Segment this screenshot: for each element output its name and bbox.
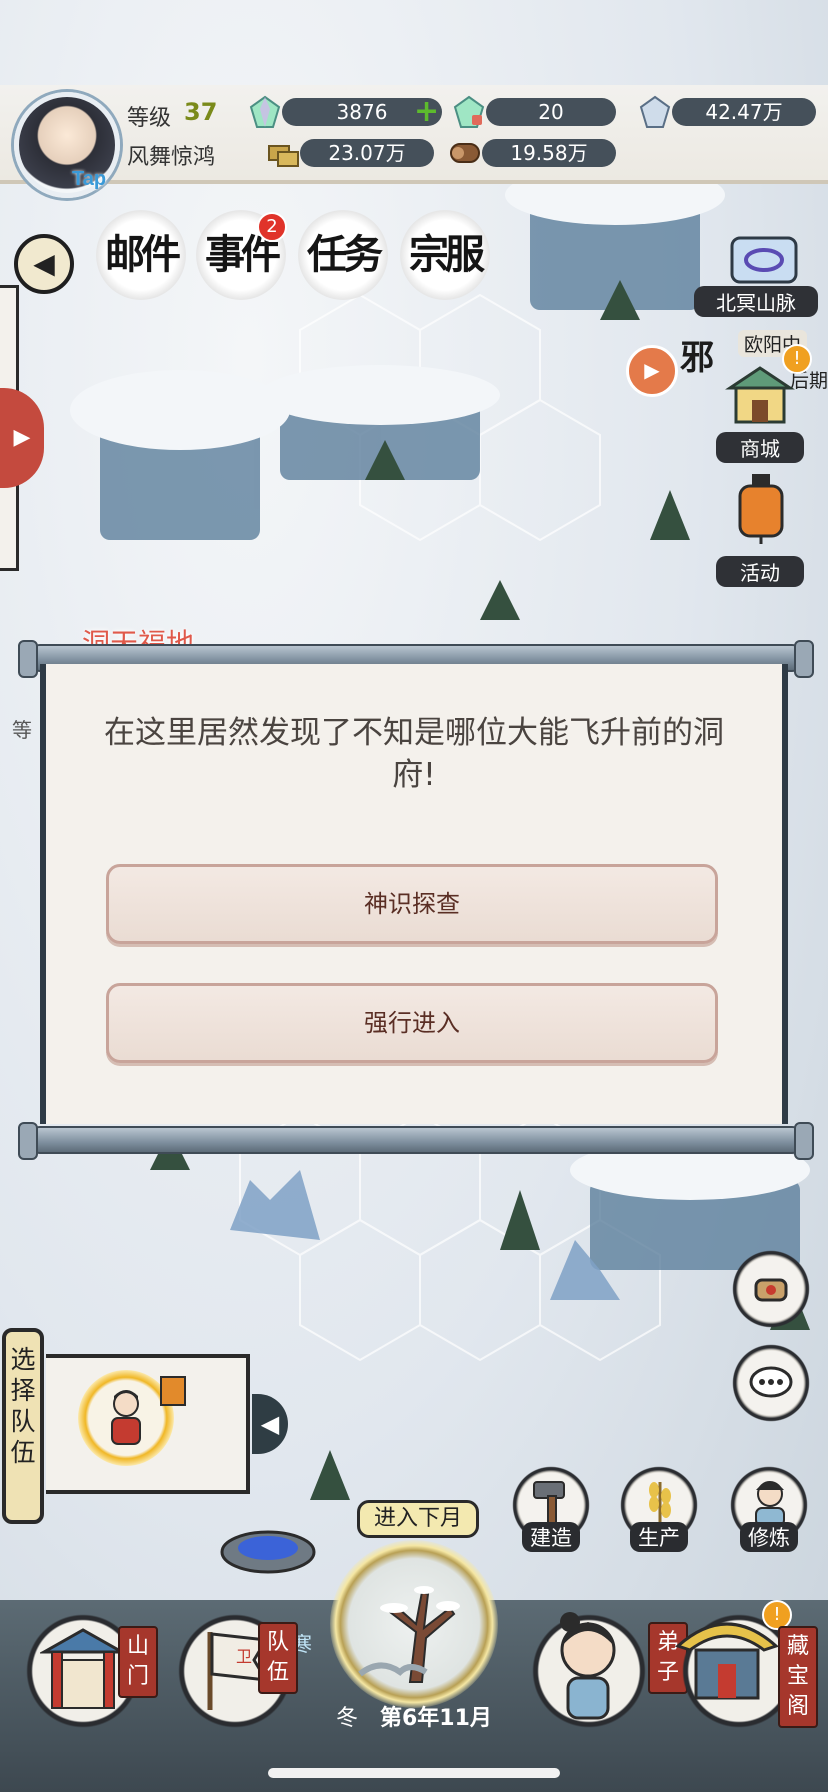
teleport-array-icon[interactable] [218, 1518, 318, 1578]
scroll-seal-icon [754, 1278, 788, 1302]
disciple-portrait-icon [111, 1390, 141, 1445]
crystal-icon [639, 95, 671, 128]
mail-button[interactable]: 邮件 [96, 210, 186, 300]
wood-amount: 19.58万 [482, 139, 616, 167]
event-message: 在这里居然发现了不知是哪位大能飞升前的洞府! [104, 715, 724, 793]
tap-label: Tap [72, 168, 107, 190]
build-label: 建造 [522, 1522, 580, 1552]
select-team-tab[interactable]: 选择队伍 [2, 1328, 44, 1524]
chat-icon [749, 1366, 793, 1398]
probe-option-button[interactable]: 神识探查 [106, 864, 718, 944]
jade-icon [249, 95, 281, 128]
next-month-button[interactable]: 进入下月 [357, 1500, 479, 1538]
add-jade-button[interactable]: + [414, 97, 439, 127]
lantern-icon[interactable] [726, 470, 796, 546]
home-indicator[interactable] [268, 1768, 560, 1778]
crystal-amount: 42.47万 [672, 98, 816, 126]
scroll-top-cap-left [18, 640, 38, 678]
level-label: 等级 [127, 106, 172, 131]
expand-right-button[interactable]: ▶ [626, 345, 678, 397]
scroll-bottom-cap-left [18, 1122, 38, 1160]
activity-label[interactable]: 活动 [716, 556, 804, 587]
faded-label-left: 等 [12, 718, 32, 742]
ore-amount: 23.07万 [300, 139, 434, 167]
season-label: 冬 [336, 1706, 359, 1731]
scroll-bottom-rod [28, 1126, 804, 1154]
back-button[interactable]: ◀ [14, 234, 74, 294]
shop-icon[interactable] [720, 362, 800, 428]
wood-icon [450, 143, 480, 163]
ore-icon [268, 145, 299, 167]
clan-button[interactable]: 宗服 [400, 210, 490, 300]
scroll-map-icon[interactable] [726, 232, 802, 288]
bound-jade-amount: 20 [486, 98, 616, 126]
force-enter-button[interactable]: 强行进入 [106, 983, 718, 1063]
events-badge: 2 [257, 212, 287, 242]
key-icon [160, 1376, 186, 1406]
cultivator-portrait-icon [755, 1481, 785, 1527]
level-value: 37 [184, 98, 218, 126]
bound-jade-icon [453, 95, 485, 128]
shop-label[interactable]: 商城 [716, 432, 804, 463]
wheat-icon [649, 1482, 671, 1526]
scroll-bottom-cap-right [794, 1122, 814, 1160]
player-name: 风舞惊鸿 [127, 145, 216, 170]
treasury-nav-label: 藏宝阁 [778, 1626, 818, 1728]
disciple-icon [560, 1612, 616, 1720]
gate-nav-label: 山门 [118, 1626, 158, 1698]
sect-gate-icon [40, 1628, 126, 1709]
svg-text:卫: 卫 [236, 1647, 252, 1666]
cultivate-label: 修炼 [740, 1522, 798, 1552]
evil-label: 邪 [680, 338, 714, 378]
squad-nav-label: 队伍 [258, 1622, 298, 1694]
tasks-button[interactable]: 任务 [298, 210, 388, 300]
game-date: 第6年11月 [380, 1706, 492, 1731]
region-label[interactable]: 北冥山脉 [694, 286, 818, 317]
winter-tree-icon [358, 1586, 460, 1683]
scroll-top-cap-right [794, 640, 814, 678]
hammer-icon [533, 1481, 565, 1525]
produce-label: 生产 [630, 1522, 688, 1552]
